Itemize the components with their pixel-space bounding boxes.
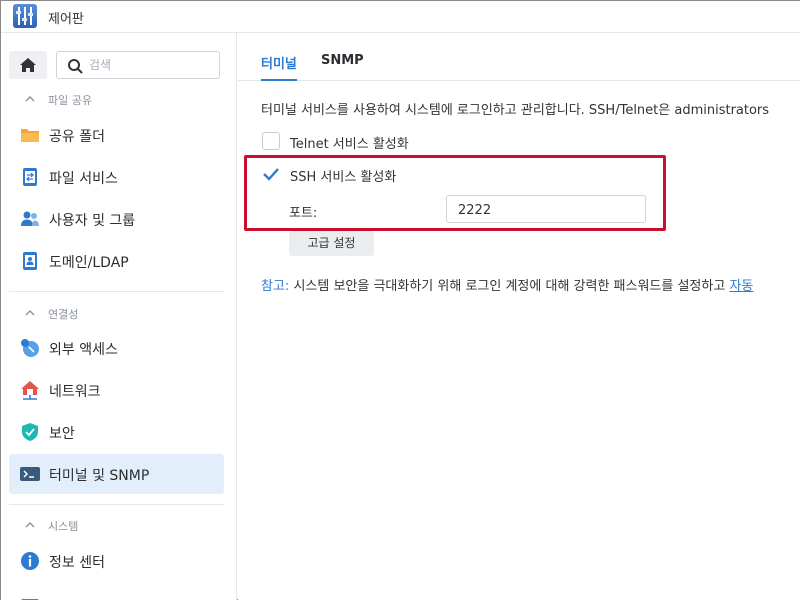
- sidebar-item-shared-folder[interactable]: 공유 폴더: [9, 115, 224, 155]
- sidebar-item-partial[interactable]: [9, 585, 224, 600]
- note-prefix: 참고:: [261, 279, 290, 294]
- users-icon: [21, 211, 39, 226]
- sidebar-item-terminal-snmp[interactable]: 터미널 및 SNMP: [9, 454, 224, 494]
- telnet-checkbox-row[interactable]: Telnet 서비스 활성화: [262, 132, 562, 152]
- home-icon: [20, 58, 36, 72]
- ssh-checkbox-label: SSH 서비스 활성화: [290, 170, 397, 185]
- external-access-icon: [21, 339, 39, 357]
- sidebar: 파일 공유 공유 폴더 파일 서비스 사용자 및 그: [1, 33, 237, 600]
- section-label: 파일 공유: [48, 94, 92, 107]
- sidebar-item-label: 정보 센터: [49, 555, 105, 571]
- telnet-checkbox[interactable]: [262, 132, 280, 150]
- sidebar-item-security[interactable]: 보안: [9, 412, 224, 452]
- telnet-checkbox-label: Telnet 서비스 활성화: [290, 137, 409, 152]
- section-system[interactable]: 시스템: [1, 514, 236, 536]
- control-panel-app-icon: [13, 4, 37, 28]
- sidebar-item-label: 외부 액세스: [49, 342, 118, 358]
- sidebar-item-network[interactable]: 네트워크: [9, 370, 224, 410]
- shield-icon: [22, 423, 38, 441]
- sidebar-divider: [9, 291, 224, 292]
- note-link[interactable]: 자동: [729, 279, 753, 294]
- ssh-checkbox-row[interactable]: SSH 서비스 활성화: [262, 165, 562, 185]
- sidebar-item-label: 네트워크: [49, 384, 101, 400]
- info-icon: [21, 552, 39, 570]
- theme-icon: [21, 599, 39, 600]
- sidebar-item-label: 보안: [49, 426, 75, 442]
- section-connectivity[interactable]: 연결성: [1, 302, 236, 324]
- file-services-icon: [23, 168, 37, 186]
- folder-icon: [21, 129, 39, 142]
- terminal-description: 터미널 서비스를 사용하여 시스템에 로그인하고 관리합니다. SSH/Teln…: [261, 103, 770, 118]
- port-input[interactable]: [458, 201, 638, 219]
- sidebar-item-label: 도메인/LDAP: [49, 255, 129, 271]
- chevron-up-icon: [25, 522, 35, 528]
- search-input[interactable]: [89, 56, 214, 74]
- advanced-settings-button[interactable]: 고급 설정: [289, 231, 374, 256]
- window-title: 제어판: [48, 12, 84, 27]
- port-label: 포트:: [289, 206, 318, 221]
- ssh-checkbox[interactable]: [262, 165, 280, 183]
- control-panel-window: 제어판 파일 공유 공유 폴더: [0, 0, 800, 600]
- network-icon: [21, 381, 39, 400]
- main-panel: 터미널 SNMP 터미널 서비스를 사용하여 시스템에 로그인하고 관리합니다.…: [238, 33, 800, 600]
- note-text: 시스템 보안을 극대화하기 위해 로그인 계정에 대해 강력한 패스워드를 설정…: [289, 279, 730, 294]
- chevron-up-icon: [25, 96, 35, 102]
- checkmark-icon: [263, 168, 279, 181]
- sidebar-item-domain-ldap[interactable]: 도메인/LDAP: [9, 241, 224, 281]
- sidebar-item-external-access[interactable]: 외부 액세스: [9, 328, 224, 368]
- section-label: 시스템: [48, 520, 79, 533]
- sidebar-item-label: 파일 서비스: [49, 171, 118, 187]
- sidebar-item-label: 공유 폴더: [49, 129, 105, 145]
- sidebar-item-info-center[interactable]: 정보 센터: [9, 541, 224, 581]
- home-button[interactable]: [9, 51, 47, 79]
- security-note: 참고: 시스템 보안을 극대화하기 위해 로그인 계정에 대해 강력한 패스워드…: [261, 275, 753, 294]
- section-file-sharing[interactable]: 파일 공유: [1, 88, 236, 110]
- domain-icon: [23, 252, 37, 270]
- search-box[interactable]: [56, 51, 220, 79]
- tab-bar: 터미널 SNMP: [238, 33, 800, 81]
- port-field[interactable]: [446, 195, 646, 223]
- chevron-up-icon: [25, 310, 35, 316]
- section-label: 연결성: [48, 308, 79, 321]
- sidebar-item-users-groups[interactable]: 사용자 및 그룹: [9, 199, 224, 239]
- sidebar-divider: [9, 504, 224, 505]
- sidebar-item-file-services[interactable]: 파일 서비스: [9, 157, 224, 197]
- terminal-icon: [20, 467, 40, 481]
- tab-snmp[interactable]: SNMP: [321, 53, 364, 81]
- tab-terminal[interactable]: 터미널: [261, 53, 297, 81]
- search-icon: [68, 59, 83, 74]
- title-bar: 제어판: [1, 1, 800, 33]
- sidebar-item-label: 사용자 및 그룹: [49, 213, 136, 229]
- sidebar-item-label: 터미널 및 SNMP: [49, 468, 150, 484]
